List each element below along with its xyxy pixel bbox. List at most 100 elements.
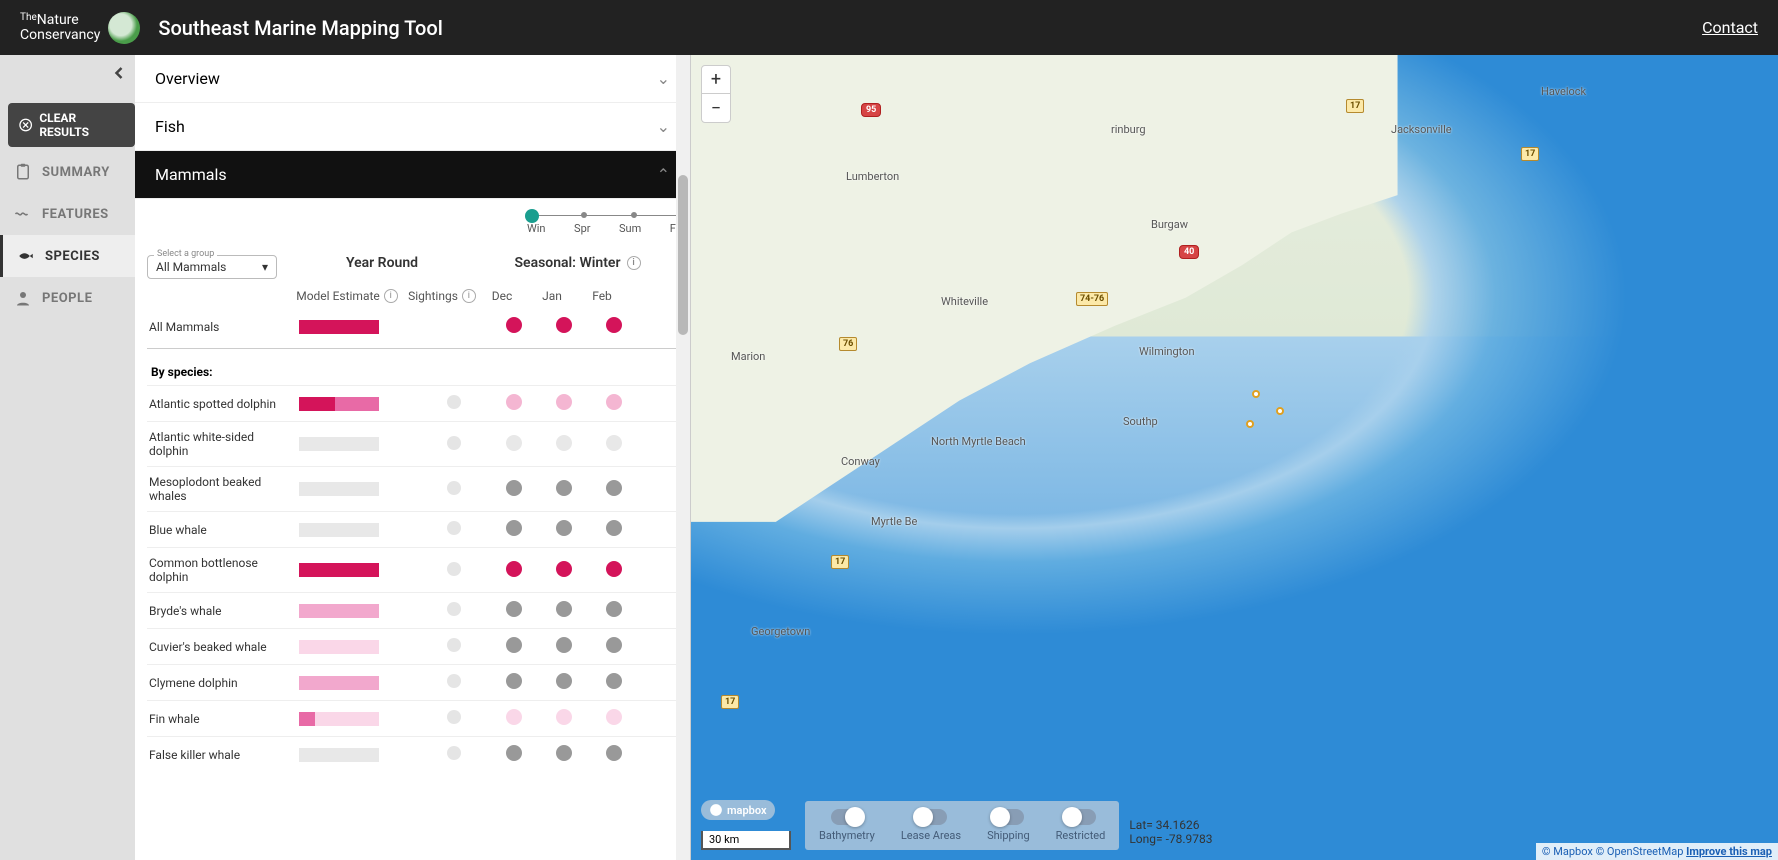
species-row[interactable]: Bryde's whale — [147, 592, 678, 628]
toggle-restricted[interactable]: Restricted — [1056, 809, 1106, 842]
clear-icon — [18, 117, 33, 133]
city-label: North Myrtle Beach — [931, 435, 1026, 448]
map-canvas[interactable]: HavelockJacksonvillerinburgLumbertonBurg… — [691, 55, 1778, 860]
improve-map-link[interactable]: Improve this map — [1686, 845, 1772, 858]
toggle-bathymetry[interactable]: Bathymetry — [819, 809, 875, 842]
map-scale: 30 km — [701, 831, 791, 850]
species-row[interactable]: Atlantic white-sided dolphin — [147, 421, 678, 466]
model-bar — [299, 604, 419, 618]
model-bar — [299, 640, 419, 654]
switch-icon — [1064, 809, 1096, 825]
long-value: Long= -78.9783 — [1129, 832, 1212, 846]
slider-handle[interactable] — [525, 209, 539, 223]
month-dot — [489, 601, 539, 620]
collapse-sidebar-button[interactable] — [109, 63, 129, 83]
month-dot — [539, 709, 589, 728]
sidebar-item-people[interactable]: PEOPLE — [0, 277, 135, 319]
attrib-osm[interactable]: © OpenStreetMap — [1596, 845, 1684, 858]
species-name: Fin whale — [149, 712, 299, 726]
season-slider[interactable]: WinSprSumFall — [527, 215, 687, 235]
dropdown-icon: ▾ — [262, 260, 268, 274]
sidebar-item-species[interactable]: SPECIES — [0, 235, 135, 277]
species-panel: Overview ⌄ Fish ⌄ Mammals ⌃ WinSprSumFal… — [135, 55, 691, 860]
col-year-round: Year Round — [287, 255, 477, 271]
brand-the: The — [20, 12, 37, 23]
species-row[interactable]: Mesoplodont beaked whales — [147, 466, 678, 511]
city-label: Burgaw — [1151, 218, 1188, 231]
sidebar-item-summary[interactable]: SUMMARY — [0, 151, 135, 193]
species-name: Clymene dolphin — [149, 676, 299, 690]
month-dot — [489, 745, 539, 764]
polygon-vertex[interactable] — [1252, 390, 1260, 398]
city-label: Whiteville — [941, 295, 988, 308]
sightings-cell — [419, 710, 489, 727]
accordion-overview-label: Overview — [155, 69, 220, 88]
col-jan: Jan — [527, 289, 577, 303]
model-bar — [299, 563, 419, 577]
attrib-mapbox[interactable]: © Mapbox — [1542, 845, 1593, 858]
sightings-cell — [419, 602, 489, 619]
species-row[interactable]: Cuvier's beaked whale — [147, 628, 678, 664]
month-dot — [589, 394, 639, 413]
accordion-overview[interactable]: Overview ⌄ — [135, 55, 690, 103]
accordion-fish[interactable]: Fish ⌄ — [135, 103, 690, 151]
clear-results-button[interactable]: CLEAR RESULTS — [8, 103, 135, 147]
city-label: Marion — [731, 350, 765, 363]
clipboard-icon — [14, 163, 32, 181]
species-row[interactable]: Fin whale — [147, 700, 678, 736]
col-seasonal: Seasonal: Winter — [514, 255, 620, 271]
month-dot — [589, 601, 639, 620]
brand-nature: Nature — [37, 12, 79, 28]
info-icon[interactable]: i — [627, 256, 641, 270]
month-dot — [489, 394, 539, 413]
highway-shield: 17 — [1521, 147, 1539, 161]
highway-shield: 40 — [1179, 245, 1199, 259]
polygon-vertex[interactable] — [1276, 407, 1284, 415]
month-dot — [539, 435, 589, 454]
month-dot — [539, 394, 589, 413]
sightings-cell — [419, 746, 489, 763]
contact-link[interactable]: Contact — [1702, 18, 1758, 37]
month-dot — [589, 435, 639, 454]
info-icon[interactable]: i — [384, 289, 398, 303]
accordion-mammals[interactable]: Mammals ⌃ — [135, 151, 690, 199]
all-mammals-row[interactable]: All Mammals — [147, 309, 678, 344]
by-species-label: By species: — [147, 353, 678, 385]
month-dot — [589, 480, 639, 499]
toggle-shipping[interactable]: Shipping — [987, 809, 1030, 842]
model-bar — [299, 482, 419, 496]
polygon-vertex[interactable] — [1246, 420, 1254, 428]
model-bar — [299, 748, 419, 762]
panel-scrollbar[interactable] — [676, 55, 690, 860]
species-row[interactable]: False killer whale — [147, 736, 678, 772]
group-select-label: Select a group — [154, 249, 217, 259]
sightings-cell — [419, 436, 489, 453]
highway-shield: 95 — [861, 103, 881, 117]
info-icon[interactable]: i — [462, 289, 476, 303]
column-headers: Year Round Seasonal: Winter i Model Esti… — [287, 255, 678, 303]
toggle-lease-areas[interactable]: Lease Areas — [901, 809, 961, 842]
month-dot — [539, 520, 589, 539]
sidebar: CLEAR RESULTS SUMMARYFEATURESSPECIESPEOP… — [0, 55, 135, 860]
layer-toggles: Bathymetry Lease Areas Shipping Restricted — [805, 801, 1119, 850]
mammals-body: WinSprSumFall Select a group All Mammals… — [135, 199, 690, 782]
zoom-in-button[interactable]: + — [702, 66, 730, 94]
species-row[interactable]: Common bottlenose dolphin — [147, 547, 678, 592]
species-name: Blue whale — [149, 523, 299, 537]
zoom-control: + − — [701, 65, 731, 123]
month-dot — [539, 745, 589, 764]
city-label: rinburg — [1111, 123, 1146, 136]
sidebar-item-features[interactable]: FEATURES — [0, 193, 135, 235]
species-row[interactable]: Clymene dolphin — [147, 664, 678, 700]
month-dot — [589, 673, 639, 692]
month-dot — [539, 601, 589, 620]
species-row[interactable]: Atlantic spotted dolphin — [147, 385, 678, 421]
month-dot — [539, 637, 589, 656]
group-select[interactable]: Select a group All Mammals▾ — [147, 255, 277, 279]
species-row[interactable]: Blue whale — [147, 511, 678, 547]
col-sightings: Sightings — [408, 289, 458, 303]
zoom-out-button[interactable]: − — [702, 94, 730, 122]
highway-shield: 17 — [721, 695, 739, 709]
clear-results-label: CLEAR RESULTS — [39, 111, 125, 139]
switch-icon — [992, 809, 1024, 825]
